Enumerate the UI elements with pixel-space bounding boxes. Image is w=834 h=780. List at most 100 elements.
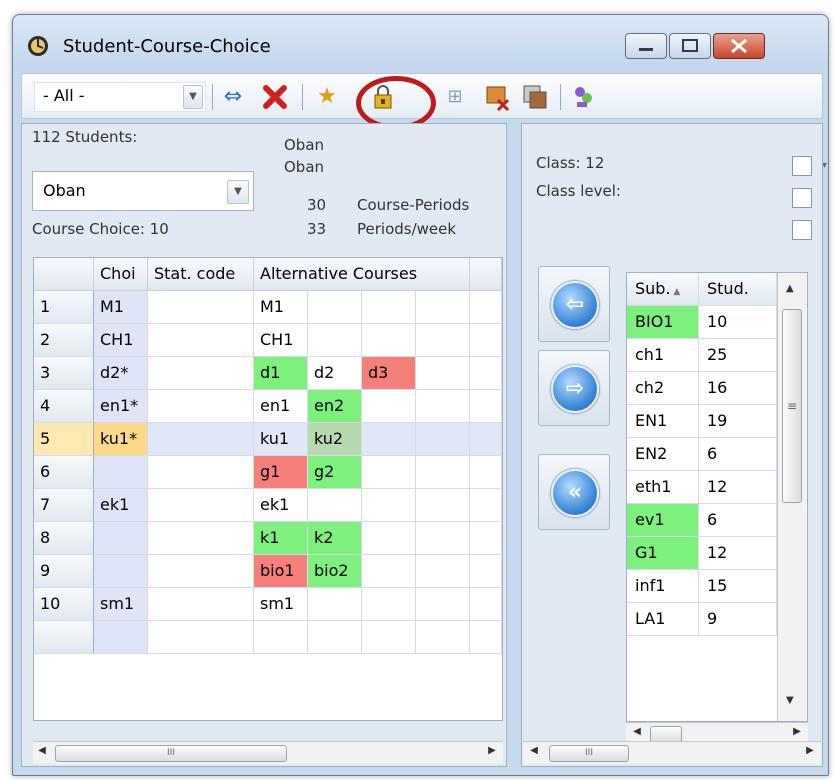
scroll-left-icon[interactable]: ◀	[35, 745, 49, 756]
option-checkbox-2[interactable]	[792, 188, 812, 208]
option-checkbox-1[interactable]	[792, 156, 812, 176]
scroll-thumb[interactable]: III	[55, 745, 287, 762]
student-count-cell[interactable]: 6	[699, 438, 777, 471]
row-header[interactable]: 6	[34, 456, 94, 489]
student-count-cell[interactable]: 19	[699, 405, 777, 438]
chevron-down-icon[interactable]: ▼	[183, 85, 203, 109]
minimize-button[interactable]	[625, 33, 667, 59]
student-count-cell[interactable]: 10	[699, 306, 777, 339]
remove-course-icon[interactable]	[482, 82, 512, 112]
stat-code-cell[interactable]	[148, 522, 254, 555]
alternative-course-cell[interactable]	[416, 291, 470, 324]
stat-code-cell[interactable]	[148, 390, 254, 423]
stat-code-cell[interactable]	[148, 357, 254, 390]
choice-cell[interactable]: d2*	[94, 357, 148, 390]
alternative-course-cell[interactable]: bio2	[308, 555, 362, 588]
star-icon[interactable]: ★	[312, 82, 342, 112]
alternative-course-cell[interactable]	[416, 456, 470, 489]
student-count-cell[interactable]: 6	[699, 504, 777, 537]
row-header[interactable]: 9	[34, 555, 94, 588]
title-bar[interactable]: Student-Course-Choice	[13, 15, 828, 71]
alternative-course-cell[interactable]	[308, 621, 362, 654]
alternative-course-cell[interactable]: ku2	[308, 423, 362, 456]
alternative-course-cell[interactable]	[308, 588, 362, 621]
student-select[interactable]: Oban ▼	[32, 171, 254, 211]
stat-code-cell[interactable]	[148, 423, 254, 456]
choice-cell[interactable]: ku1*	[94, 423, 148, 456]
alternative-course-cell[interactable]: CH1	[254, 324, 308, 357]
alternative-course-cell[interactable]	[416, 324, 470, 357]
subject-cell[interactable]: EN1	[627, 405, 699, 438]
student-count-cell[interactable]: 16	[699, 372, 777, 405]
move-right-button[interactable]: ⇨	[538, 350, 610, 426]
alternative-course-cell[interactable]	[362, 324, 416, 357]
alternative-course-cell[interactable]	[416, 588, 470, 621]
scroll-right-icon[interactable]: ▶	[803, 745, 817, 756]
scroll-right-icon[interactable]: ▶	[485, 745, 499, 756]
delete-x-icon[interactable]	[260, 82, 290, 112]
swap-arrows-icon[interactable]: ⇔	[218, 82, 248, 112]
alternative-course-cell[interactable]: d3	[362, 357, 416, 390]
scroll-right-icon[interactable]: ▶	[790, 726, 804, 737]
alternative-courses-header[interactable]: Alternative Courses	[254, 258, 470, 291]
row-header[interactable]: 8	[34, 522, 94, 555]
alternative-course-cell[interactable]: k2	[308, 522, 362, 555]
alternative-course-cell[interactable]	[416, 390, 470, 423]
alternative-course-cell[interactable]: bio1	[254, 555, 308, 588]
student-count-cell[interactable]: 15	[699, 570, 777, 603]
subject-cell[interactable]: EN2	[627, 438, 699, 471]
chevron-down-icon[interactable]: ▼	[227, 180, 249, 204]
alternative-course-cell[interactable]	[416, 423, 470, 456]
alternative-course-cell[interactable]	[308, 489, 362, 522]
subject-cell[interactable]: eth1	[627, 471, 699, 504]
student-count-cell[interactable]: 12	[699, 471, 777, 504]
stat-code-cell[interactable]	[148, 621, 254, 654]
scroll-left-icon[interactable]: ◀	[630, 726, 644, 737]
stat-code-cell[interactable]	[148, 456, 254, 489]
subject-column-header[interactable]: Sub. ▲	[627, 273, 699, 306]
alternative-course-cell[interactable]	[362, 423, 416, 456]
choice-cell[interactable]	[94, 522, 148, 555]
scroll-up-icon[interactable]: ▲	[786, 283, 794, 294]
alternative-course-cell[interactable]: k1	[254, 522, 308, 555]
row-header[interactable]: 2	[34, 324, 94, 357]
right-bottom-scrollbar[interactable]: ◀ III ▶	[523, 741, 821, 764]
choice-column-header[interactable]: Choi	[94, 258, 148, 291]
alternative-course-cell[interactable]	[362, 522, 416, 555]
scroll-down-icon[interactable]: ▼	[786, 695, 794, 706]
stat-code-cell[interactable]	[148, 489, 254, 522]
alternative-course-cell[interactable]: M1	[254, 291, 308, 324]
student-count-cell[interactable]: 12	[699, 537, 777, 570]
alternative-course-cell[interactable]: en1	[254, 390, 308, 423]
row-header[interactable]: 5	[34, 423, 94, 456]
right-vertical-scrollbar[interactable]: ▲ ≡ ▼	[777, 273, 806, 721]
row-header[interactable]: 10	[34, 588, 94, 621]
alternative-course-cell[interactable]: ku1	[254, 423, 308, 456]
choice-cell[interactable]: M1	[94, 291, 148, 324]
alternative-course-cell[interactable]: en2	[308, 390, 362, 423]
row-header[interactable]: 3	[34, 357, 94, 390]
alternative-course-cell[interactable]: g1	[254, 456, 308, 489]
alternative-course-cell[interactable]	[362, 390, 416, 423]
grid-move-icon[interactable]: ⊞	[440, 82, 470, 112]
scroll-thumb[interactable]: ≡	[782, 309, 802, 503]
move-left-button[interactable]: ⇦	[538, 266, 610, 342]
alternative-course-cell[interactable]: sm1	[254, 588, 308, 621]
copy-icon[interactable]	[520, 82, 550, 112]
row-header[interactable]: 7	[34, 489, 94, 522]
scroll-thumb[interactable]: III	[549, 745, 629, 762]
row-header[interactable]: 1	[34, 291, 94, 324]
subject-cell[interactable]: BIO1	[627, 306, 699, 339]
stat-code-cell[interactable]	[148, 291, 254, 324]
alternative-course-cell[interactable]	[308, 324, 362, 357]
choice-cell[interactable]	[94, 555, 148, 588]
alternative-course-cell[interactable]: g2	[308, 456, 362, 489]
subject-cell[interactable]: ch1	[627, 339, 699, 372]
choice-cell[interactable]: sm1	[94, 588, 148, 621]
subject-cell[interactable]: G1	[627, 537, 699, 570]
students-column-header[interactable]: Stud.	[699, 273, 777, 306]
alternative-course-cell[interactable]	[362, 555, 416, 588]
subject-cell[interactable]: LA1	[627, 603, 699, 636]
subject-cell[interactable]: ch2	[627, 372, 699, 405]
alternative-course-cell[interactable]: d2	[308, 357, 362, 390]
